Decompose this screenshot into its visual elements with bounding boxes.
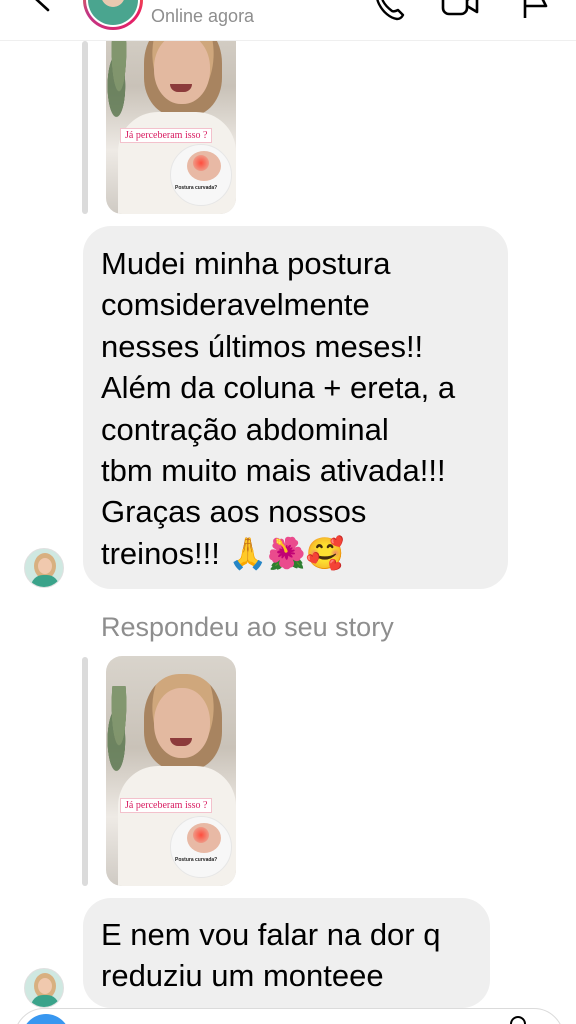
story-caption: Já perceberam isso ?	[120, 798, 213, 813]
contact-avatar[interactable]	[83, 0, 143, 30]
message-line: tbm muito mais ativada!!!	[101, 453, 446, 489]
message-bubble[interactable]: E nem vou falar na dor q reduziu um mont…	[83, 898, 490, 1008]
story-quote-bar	[82, 657, 88, 886]
story-reply-label: Respondeu ao seu story	[101, 612, 394, 642]
sender-avatar[interactable]	[24, 548, 64, 588]
message-bubble[interactable]: Mudei minha postura comsideravelmente ne…	[83, 226, 508, 589]
story-inset-image: Postura curvada?	[170, 816, 232, 878]
story-quote-bar	[82, 41, 88, 214]
message-composer[interactable]	[14, 1008, 564, 1024]
back-icon[interactable]	[30, 0, 56, 12]
online-status: Online agora	[151, 6, 255, 26]
story-thumbnail[interactable]: Já perceberam isso ? Postura curvada?	[106, 656, 236, 886]
message-line: Graças aos nossos	[101, 494, 367, 530]
message-line: nesses últimos meses!!	[101, 328, 424, 364]
message-line: E nem vou falar na dor q	[101, 917, 441, 952]
message-line: treinos!!! 🙏🌺🥰	[101, 535, 345, 571]
call-icon[interactable]	[372, 0, 406, 22]
video-icon[interactable]	[440, 0, 480, 20]
message-line: comsideravelmente	[101, 287, 370, 323]
message-line: Além da coluna + ereta, a	[101, 370, 456, 406]
message-line: contração abdominal	[101, 411, 389, 447]
sender-avatar[interactable]	[24, 968, 64, 1008]
chat-header: Online agora	[0, 0, 576, 41]
flag-icon[interactable]	[520, 0, 550, 20]
story-caption: Já perceberam isso ?	[120, 128, 213, 143]
message-line: Mudei minha postura	[101, 246, 391, 281]
message-line: reduziu um monteee	[101, 958, 384, 994]
story-inset-image: Postura curvada?	[170, 144, 232, 206]
